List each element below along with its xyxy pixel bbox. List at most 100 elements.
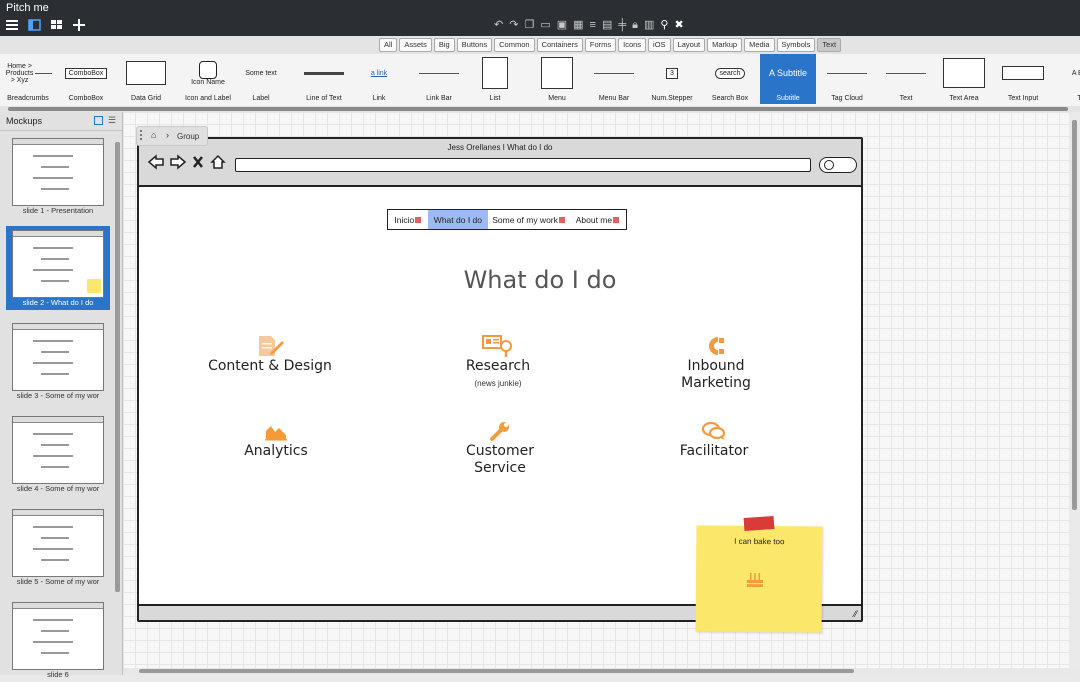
menu-item-what-do-i-do[interactable]: What do I do — [427, 210, 489, 229]
group-icon[interactable]: ▦ — [573, 19, 583, 31]
library-item-text-area[interactable]: Text Area — [938, 54, 990, 104]
category-tab-icons[interactable]: Icons — [618, 38, 647, 52]
menu-item-label: Some of my work — [492, 214, 558, 225]
home-icon[interactable]: ⌂ — [151, 130, 156, 140]
library-item-search-box[interactable]: search Search Box — [706, 54, 754, 104]
panel-view-icon[interactable] — [28, 19, 42, 31]
list-view-icon[interactable]: ☰ — [108, 115, 116, 126]
slide-thumbnail-4[interactable]: slide 4 - Some of my wor — [6, 412, 110, 496]
category-tab-assets[interactable]: Assets — [399, 38, 432, 52]
home-icon[interactable] — [209, 153, 227, 171]
library-item-menu[interactable]: Menu — [534, 54, 580, 104]
library-item-label: Menu Bar — [598, 95, 630, 102]
sticky-note-text: I can bake too — [734, 536, 785, 547]
lock-icon[interactable]: 🔒︎ — [632, 19, 638, 31]
redo-icon[interactable]: ↷ — [509, 19, 518, 31]
sidebar-scrollbar[interactable] — [115, 132, 120, 672]
vertical-scroll-thumb[interactable] — [1072, 120, 1077, 510]
library-item-shape — [541, 57, 573, 89]
horizontal-scroll-thumb[interactable] — [139, 669, 854, 673]
library-item-line-of-text[interactable]: Line of Text — [296, 54, 352, 104]
slide-preview-line — [33, 177, 73, 179]
slide-thumbnail-6[interactable]: slide 6 — [6, 598, 110, 682]
canvas-horizontal-scrollbar[interactable] — [123, 668, 1069, 675]
sticky-note[interactable]: I can bake too — [695, 525, 823, 633]
library-item-link-bar[interactable]: Link Bar — [410, 54, 468, 104]
search-icon[interactable]: ⚲ — [660, 19, 668, 31]
slide-preview-bar — [13, 139, 103, 145]
copy-icon[interactable]: ❐ — [524, 19, 534, 31]
arrange-icon[interactable]: ▤ — [602, 19, 612, 31]
category-tab-big[interactable]: Big — [433, 38, 455, 52]
category-tab-buttons[interactable]: Buttons — [456, 38, 493, 52]
service-customer-service: Customer Service — [410, 419, 590, 477]
forward-arrow-icon[interactable] — [169, 153, 187, 171]
add-icon[interactable] — [72, 19, 86, 31]
library-item-list[interactable]: List — [478, 54, 512, 104]
library-item-label: Num.Stepper — [651, 95, 693, 102]
library-item-preview-text: ComboBox — [64, 67, 108, 79]
category-tab-common[interactable]: Common — [494, 38, 535, 52]
hamburger-menu-icon[interactable] — [6, 19, 20, 31]
library-item-label: Icon and Label — [185, 95, 231, 102]
resize-handle-icon[interactable]: ⁄⁄ — [854, 609, 857, 619]
service-name: Analytics — [244, 443, 308, 459]
slide-thumbnail-5[interactable]: slide 5 - Some of my wor — [6, 505, 110, 589]
stop-x-icon[interactable] — [191, 153, 205, 171]
slide-preview-line — [33, 155, 73, 157]
paste-icon[interactable]: ▣ — [557, 19, 567, 31]
category-tab-all[interactable]: All — [379, 38, 398, 52]
category-tab-containers[interactable]: Containers — [536, 38, 583, 52]
library-item-menu-bar[interactable]: Menu Bar — [590, 54, 638, 104]
distribute-icon[interactable]: ╪ — [618, 19, 626, 31]
slide-thumbnail-1[interactable]: slide 1 - Presentation — [6, 134, 110, 218]
slide-preview-line — [41, 166, 69, 168]
service-facilitator: Facilitator — [624, 419, 804, 460]
library-item-tag-cloud[interactable]: Tag Cloud — [824, 54, 870, 104]
category-tab-forms[interactable]: Forms — [584, 38, 617, 52]
sidebar-scroll-thumb[interactable] — [115, 142, 120, 592]
drag-handle-icon[interactable] — [140, 130, 145, 140]
canvas-vertical-scrollbar[interactable] — [1069, 112, 1080, 670]
close-icon[interactable]: ✖ — [674, 19, 683, 31]
browser-search-box[interactable] — [819, 157, 857, 173]
menu-item-inicio[interactable]: Inicio — [388, 210, 428, 229]
library-scroll-thumb[interactable] — [8, 107, 1068, 111]
library-item-breadcrumbs[interactable]: Home > Products > Xyz Breadcrumbs — [4, 54, 52, 104]
library-item-link[interactable]: a link Link — [362, 54, 396, 104]
library-item-preview: A Big — [1060, 58, 1080, 88]
cake-icon — [746, 572, 763, 588]
slide-preview-line — [33, 641, 73, 643]
url-bar[interactable] — [235, 158, 811, 172]
category-tab-symbols[interactable]: Symbols — [776, 38, 816, 52]
group-breadcrumb[interactable]: ⌂ › Group — [136, 126, 208, 146]
menu-item-about-me[interactable]: About me — [569, 210, 626, 229]
library-item-text-input[interactable]: Text Input — [1000, 54, 1046, 104]
library-item-ti[interactable]: A Big Ti — [1060, 54, 1080, 104]
library-item-num-stepper[interactable]: 3 Num.Stepper — [650, 54, 694, 104]
slide-thumbnail-3[interactable]: slide 3 - Some of my wor — [6, 319, 110, 403]
thumbnail-view-icon[interactable] — [94, 116, 103, 125]
menu-item-label: About me — [575, 214, 613, 225]
delete-icon[interactable]: ▥ — [644, 19, 654, 31]
category-tab-media[interactable]: Media — [744, 38, 775, 52]
category-tab-layout[interactable]: Layout — [672, 38, 706, 52]
category-tab-ios[interactable]: iOS — [648, 38, 671, 52]
library-item-icon-and-label[interactable]: Icon Name Icon and Label — [182, 54, 234, 104]
library-item-subtitle[interactable]: A Subtitle Subtitle — [760, 54, 816, 104]
grid-view-icon[interactable] — [50, 19, 64, 31]
library-item-data-grid[interactable]: Data Grid — [120, 54, 172, 104]
category-tab-markup[interactable]: Markup — [707, 38, 743, 52]
library-item-text[interactable]: Text — [878, 54, 934, 104]
menu-item-some-of-my-work[interactable]: Some of my work — [488, 210, 569, 229]
align-icon[interactable]: ≡ — [590, 19, 596, 31]
library-item-combobox[interactable]: ComboBox ComboBox — [60, 54, 112, 104]
menu-item-marker-icon — [558, 216, 565, 223]
back-arrow-icon[interactable] — [147, 153, 165, 171]
cut-icon[interactable]: ▭ — [540, 19, 550, 31]
library-item-label[interactable]: Some text Label — [238, 54, 284, 104]
undo-icon[interactable]: ↶ — [494, 19, 503, 31]
category-tab-text[interactable]: Text — [817, 38, 842, 52]
library-item-preview-text: a link — [370, 69, 388, 77]
slide-preview-line — [41, 466, 69, 468]
